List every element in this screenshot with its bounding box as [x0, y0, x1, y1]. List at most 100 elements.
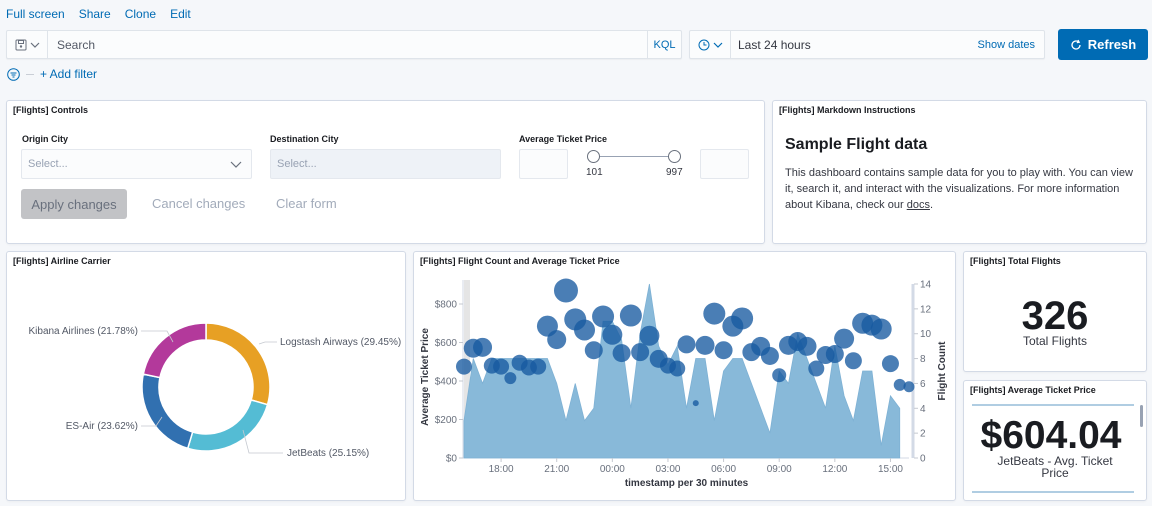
price-bubble — [547, 330, 567, 350]
clock-icon — [698, 39, 709, 50]
y2-tick-label: 2 — [920, 429, 926, 440]
x-tick-label: 18:00 — [489, 464, 514, 475]
price-min-value: 101 — [586, 167, 603, 178]
y2-tick-label: 8 — [920, 354, 926, 365]
avg-ticket-price-panel: [Flights] Average Ticket Price $604.04 J… — [963, 380, 1147, 501]
filter-bar: + Add filter — [7, 67, 97, 81]
y-tick-label: $600 — [435, 338, 458, 349]
y2-tick-label: 14 — [920, 280, 932, 291]
chevron-down-icon — [230, 161, 242, 168]
donut-slice-es-air — [141, 373, 194, 450]
price-max-input[interactable] — [700, 149, 749, 179]
price-bubble — [631, 343, 650, 362]
avg-ticket-price-label: Average Ticket Price — [519, 134, 608, 144]
price-bubble — [692, 400, 699, 407]
chevron-down-icon — [713, 42, 722, 48]
apply-changes-button[interactable]: Apply changes — [21, 189, 127, 219]
price-bubble — [714, 341, 733, 360]
y2-tick-label: 12 — [920, 304, 932, 315]
x-tick-label: 12:00 — [822, 464, 847, 475]
clone-link[interactable]: Clone — [125, 7, 156, 21]
quick-select-button[interactable] — [690, 31, 731, 58]
share-link[interactable]: Share — [79, 7, 111, 21]
price-bubble — [602, 324, 623, 345]
donut-slice-jetbeats — [186, 399, 269, 452]
divider — [972, 491, 1134, 493]
y-axis-title: Average Ticket Price — [420, 328, 431, 426]
divider — [972, 404, 1134, 406]
price-bubble — [881, 355, 899, 373]
edit-link[interactable]: Edit — [170, 7, 191, 21]
docs-link[interactable]: docs — [907, 199, 930, 211]
filter-icon[interactable] — [7, 67, 20, 81]
saved-query-button[interactable] — [7, 31, 48, 58]
price-bubble — [695, 335, 715, 355]
y2-axis-title: Flight Count — [937, 341, 948, 401]
refresh-label: Refresh — [1087, 37, 1137, 52]
price-min-handle[interactable] — [587, 150, 600, 163]
price-max-handle[interactable] — [668, 150, 681, 163]
price-bubble — [669, 360, 686, 377]
time-range-text[interactable]: Last 24 hours — [731, 38, 978, 52]
kql-toggle[interactable]: KQL — [647, 31, 681, 58]
airline-donut-chart: Logstash Airways (29.45%) JetBeats (25.15… — [28, 322, 401, 459]
flight-count-price-panel: [Flights] Flight Count and Average Ticke… — [413, 251, 956, 501]
price-bubble — [639, 325, 660, 346]
y-tick-label: $0 — [446, 454, 458, 465]
x-tick-label: 00:00 — [600, 464, 625, 475]
markdown-text: This dashboard contains sample data for … — [785, 167, 1133, 211]
origin-city-select[interactable]: Select... — [21, 149, 252, 179]
price-bubble — [797, 336, 817, 356]
price-bubble — [834, 328, 855, 349]
price-bubble — [870, 318, 892, 340]
add-filter-button[interactable]: + Add filter — [40, 67, 97, 81]
price-bubble — [530, 358, 547, 375]
price-bubble — [612, 344, 631, 363]
divider — [26, 73, 34, 75]
refresh-button[interactable]: Refresh — [1058, 29, 1148, 60]
query-bar: KQL — [6, 30, 682, 59]
price-range-track[interactable] — [592, 156, 675, 157]
origin-city-label: Origin City — [22, 134, 69, 144]
y2-tick-label: 4 — [920, 404, 926, 415]
clear-form-button[interactable]: Clear form — [276, 196, 337, 211]
search-input[interactable] — [48, 31, 647, 58]
x-tick-label: 21:00 — [544, 464, 569, 475]
panel-title: [Flights] Total Flights — [970, 256, 1061, 266]
cancel-changes-button[interactable]: Cancel changes — [152, 196, 245, 211]
x-axis-title: timestamp per 30 minutes — [625, 478, 749, 489]
destination-city-select[interactable]: Select... — [270, 149, 501, 179]
price-bubble — [772, 368, 787, 383]
total-flights-label: Total Flights — [1022, 334, 1088, 348]
price-bubble — [703, 302, 726, 325]
price-max-value: 997 — [666, 167, 683, 178]
price-min-input[interactable] — [519, 149, 568, 179]
top-nav: Full screen Share Clone Edit — [6, 7, 191, 21]
donut-label: JetBeats (25.15%) — [287, 448, 369, 459]
x-tick-label: 15:00 — [878, 464, 903, 475]
donut-label: ES-Air (23.62%) — [66, 421, 138, 432]
panel-title: [Flights] Controls — [13, 105, 88, 115]
y-tick-label: $200 — [435, 415, 458, 426]
price-bubble — [473, 337, 493, 357]
show-dates-link[interactable]: Show dates — [978, 39, 1044, 51]
refresh-icon — [1071, 39, 1081, 50]
price-bubble — [844, 352, 862, 370]
price-bubble — [553, 278, 578, 303]
price-bubble — [584, 341, 603, 360]
total-flights-value: 326 — [1021, 294, 1089, 338]
price-bubble — [760, 346, 779, 365]
y-tick-label: $800 — [435, 300, 458, 311]
y-tick-label: $400 — [435, 377, 458, 388]
destination-city-placeholder: Select... — [277, 158, 317, 170]
price-bubble — [493, 358, 510, 375]
markdown-end: . — [929, 199, 934, 211]
chevron-down-icon — [30, 42, 39, 48]
y2-tick-label: 0 — [920, 454, 926, 465]
donut-slice-logstash-airways — [205, 322, 271, 406]
x-tick-label: 09:00 — [767, 464, 792, 475]
full-screen-link[interactable]: Full screen — [6, 7, 65, 21]
origin-city-placeholder: Select... — [28, 158, 68, 170]
panel-title: [Flights] Markdown Instructions — [779, 105, 916, 115]
avg-ticket-price-value: $604.04 — [980, 414, 1122, 457]
